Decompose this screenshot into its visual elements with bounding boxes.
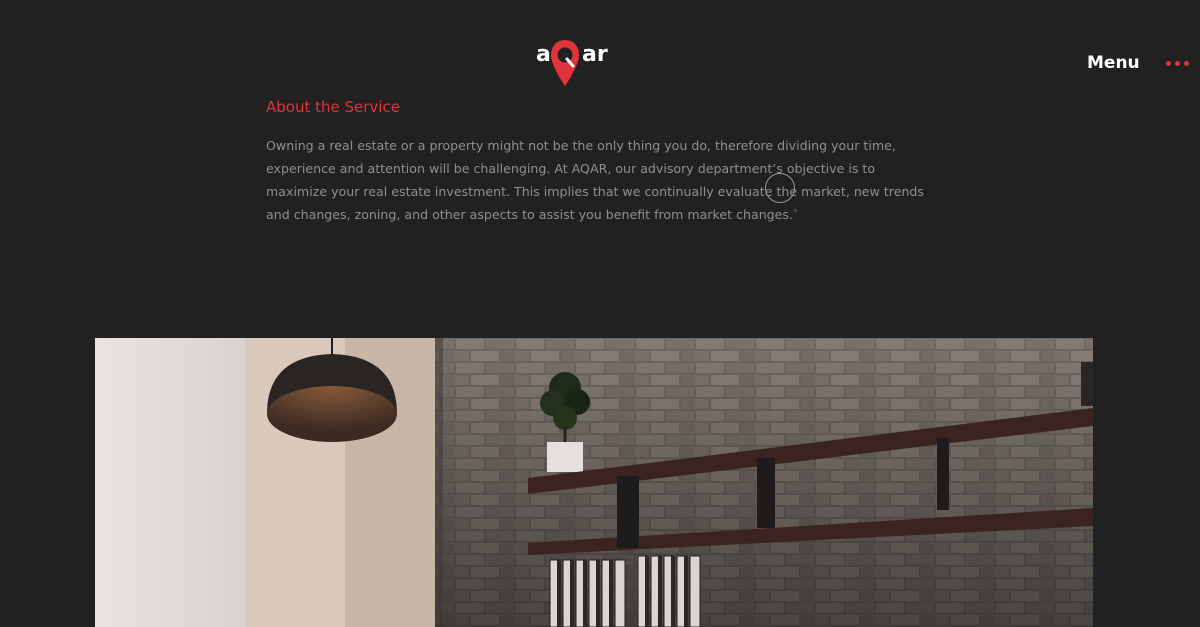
hero-image <box>95 338 1093 627</box>
logo-text-a: a <box>536 42 551 67</box>
menu-dot <box>1184 61 1189 66</box>
location-pin-icon <box>551 40 579 86</box>
logo-text-ar: ar <box>582 42 608 67</box>
menu-dot <box>1166 61 1171 66</box>
aqar-logo[interactable]: a ar <box>536 38 608 88</box>
interior-photo-illustration <box>95 338 1093 627</box>
about-section-body: Owning a real estate or a property might… <box>266 138 924 222</box>
about-section-title: About the Service <box>266 98 400 116</box>
menu-dot <box>1175 61 1180 66</box>
three-dots-icon[interactable] <box>1166 61 1190 67</box>
custom-cursor <box>765 173 795 203</box>
menu-button[interactable]: Menu <box>1087 53 1140 73</box>
